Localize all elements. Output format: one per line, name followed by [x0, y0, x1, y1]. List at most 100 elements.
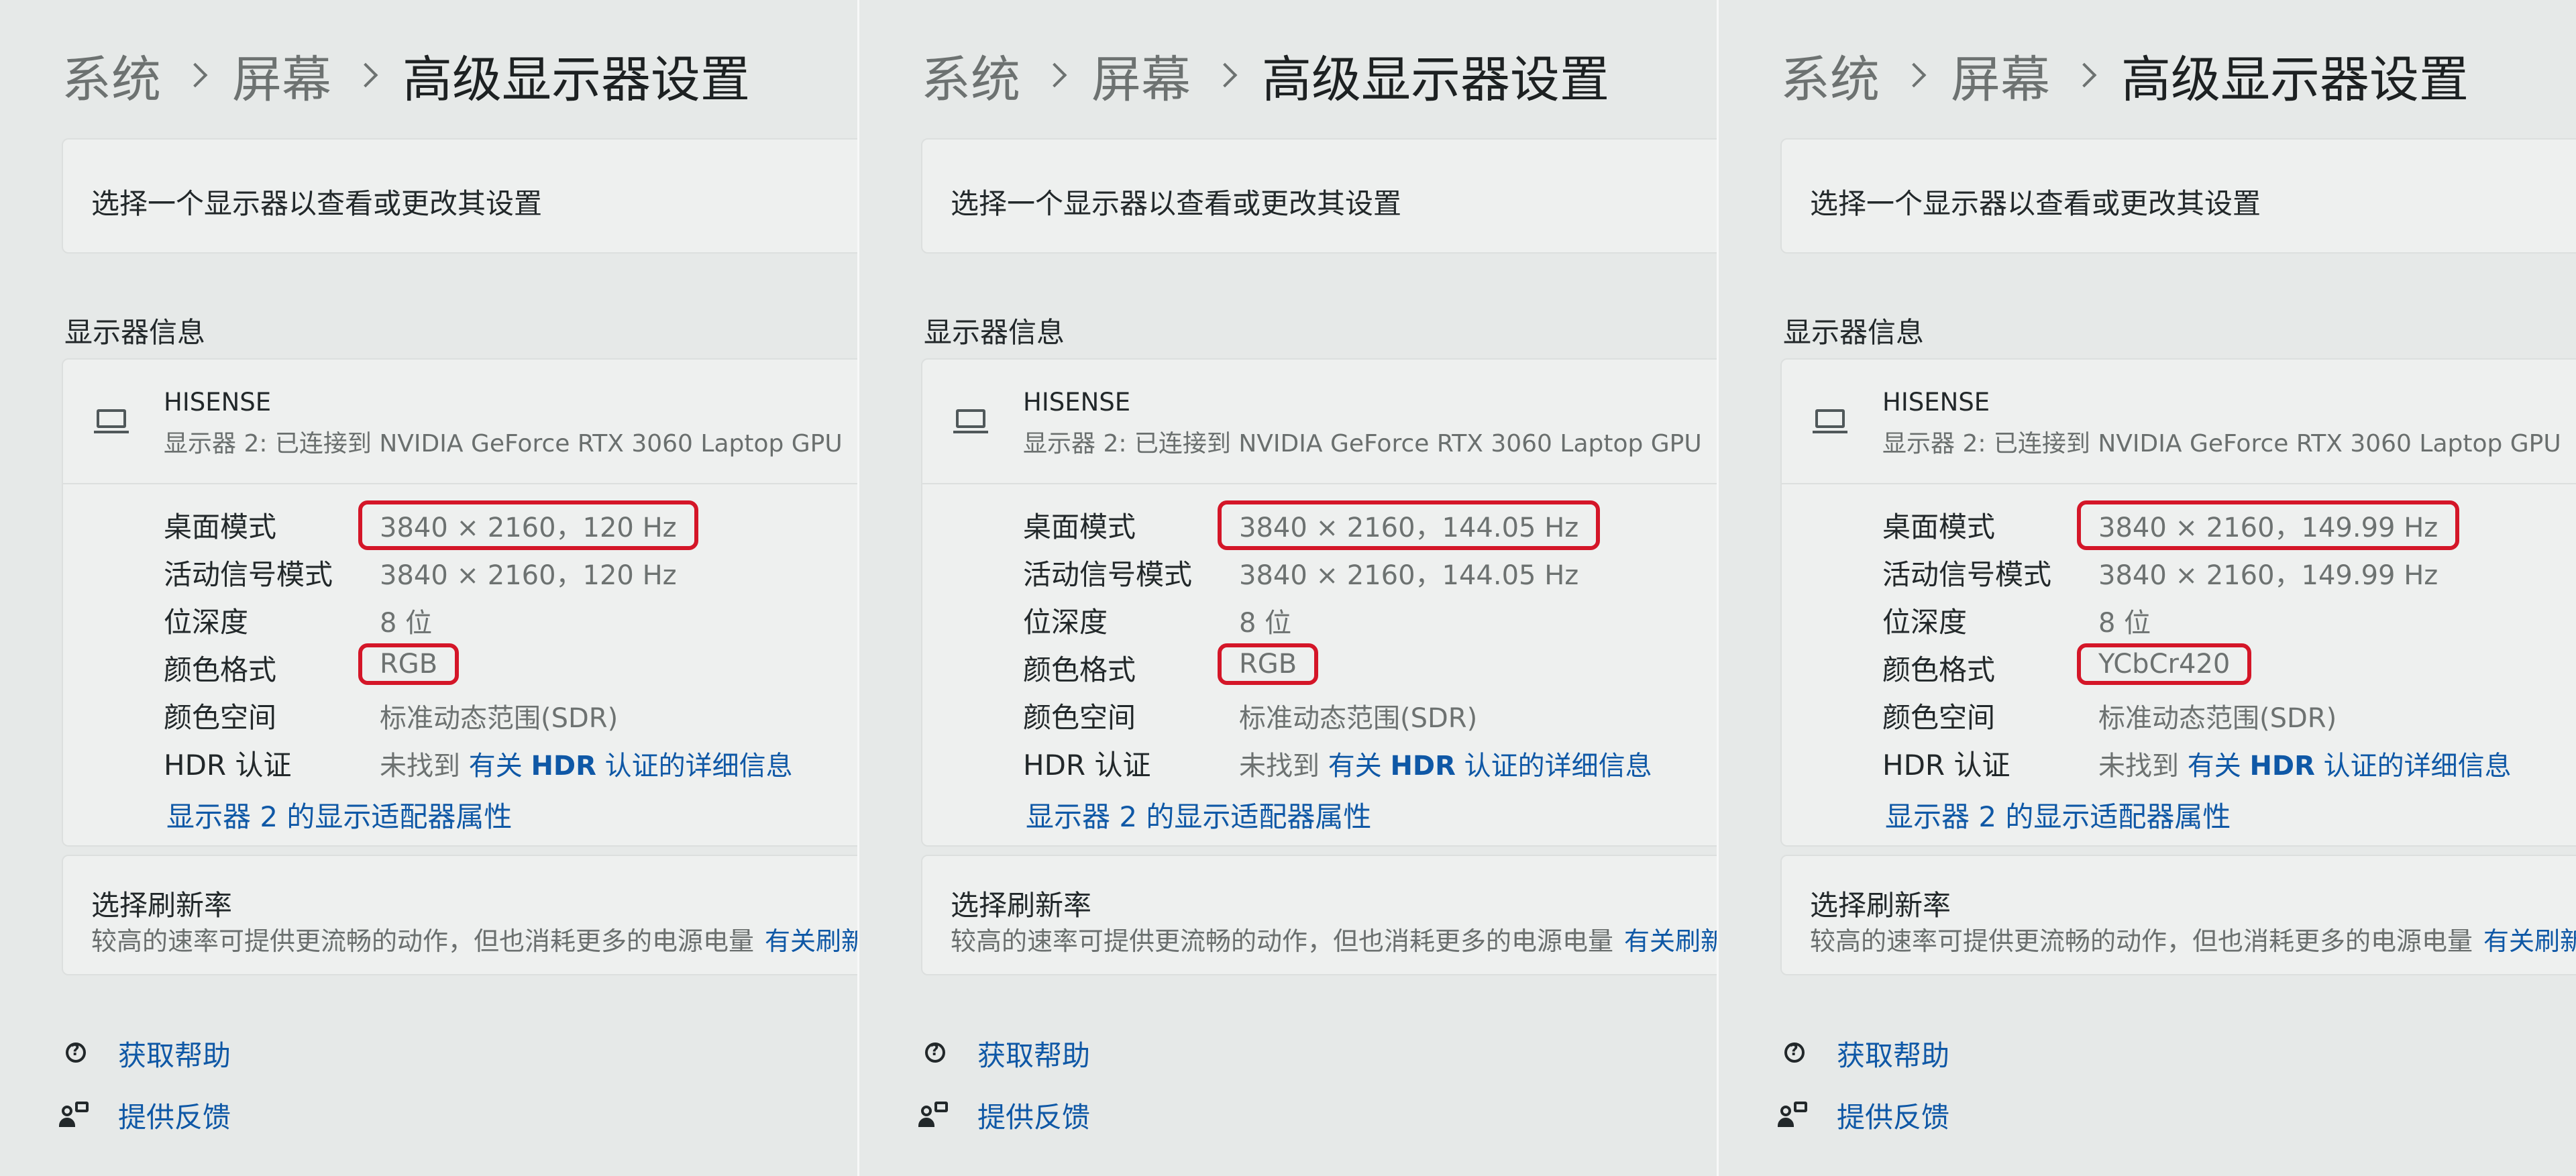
desktop-mode-value: 3840 × 2160，120 Hz — [358, 500, 698, 550]
breadcrumb-system[interactable]: 系统 — [1780, 40, 1880, 111]
bit-depth-value: 8 位 — [1239, 608, 1292, 639]
chevron-right-icon — [1212, 62, 1238, 88]
hdr-details-link[interactable]: 有关 HDR 认证的详细信息 — [1328, 751, 1652, 782]
settings-panel-3: 系统 屏幕 高级显示器设置 选择一个显示器以查看或更改其设置 显示器信息 HIS… — [1719, 0, 2576, 1176]
monitor-icon — [1813, 409, 1847, 433]
color-space-value: 标准动态范围(SDR) — [1239, 703, 1478, 734]
refresh-rate-link[interactable]: 有关刷新率 — [765, 926, 857, 956]
highlight-box: 3840 × 2160，120 Hz — [358, 500, 698, 550]
bit-depth-value: 8 位 — [380, 608, 433, 639]
adapter-properties-link[interactable]: 显示器 2 的显示适配器属性 — [1885, 794, 2231, 835]
monitor-description: 显示器 2: 已连接到 NVIDIA GeForce RTX 3060 Lapt… — [1882, 430, 2561, 458]
color-format-value: YCbCr420 — [2077, 643, 2252, 685]
hdr-cert-value: 未找到 有关 HDR 认证的详细信息 — [2098, 744, 2512, 783]
get-help-link[interactable]: ? 获取帮助 — [1780, 1033, 1949, 1073]
give-feedback-label: 提供反馈 — [1837, 1100, 1950, 1134]
give-feedback-link[interactable]: 提供反馈 — [918, 1095, 1091, 1135]
hdr-cert-value: 未找到 有关 HDR 认证的详细信息 — [1239, 744, 1652, 783]
refresh-rate-link[interactable]: 有关刷新率 — [2483, 926, 2576, 956]
highlight-box: 3840 × 2160，149.99 Hz — [2077, 500, 2460, 550]
adapter-properties-link[interactable]: 显示器 2 的显示适配器属性 — [166, 794, 512, 835]
select-display-card[interactable]: 选择一个显示器以查看或更改其设置 — [62, 138, 857, 254]
monitor-icon — [94, 409, 129, 433]
refresh-rate-title: 选择刷新率 — [951, 889, 1092, 922]
refresh-rate-description: 较高的速率可提供更流畅的动作，但也消耗更多的电源电量有关刷新率 — [951, 920, 1717, 957]
display-info-card: HISENSE 显示器 2: 已连接到 NVIDIA GeForce RTX 3… — [1780, 358, 2576, 847]
get-help-label: 获取帮助 — [977, 1038, 1091, 1072]
breadcrumb-system[interactable]: 系统 — [62, 40, 161, 111]
display-info-card: HISENSE 显示器 2: 已连接到 NVIDIA GeForce RTX 3… — [921, 358, 1717, 847]
breadcrumb-system[interactable]: 系统 — [921, 40, 1020, 111]
breadcrumb: 系统 屏幕 高级显示器设置 — [1780, 42, 2469, 109]
color-space-value: 标准动态范围(SDR) — [380, 703, 619, 734]
give-feedback-link[interactable]: 提供反馈 — [1778, 1095, 1950, 1135]
give-feedback-link[interactable]: 提供反馈 — [59, 1095, 231, 1135]
get-help-label: 获取帮助 — [118, 1038, 231, 1072]
hdr-cert-label: HDR 认证 — [164, 749, 292, 782]
monitor-name: HISENSE — [1882, 388, 1990, 417]
display-info-heading: 显示器信息 — [64, 316, 206, 349]
select-display-label: 选择一个显示器以查看或更改其设置 — [951, 187, 1402, 220]
monitor-icon — [953, 409, 988, 433]
refresh-rate-title: 选择刷新率 — [1810, 889, 1951, 922]
hdr-details-link[interactable]: 有关 HDR 认证的详细信息 — [2188, 751, 2512, 782]
active-signal-mode-label: 活动信号模式 — [1023, 558, 1193, 591]
color-format-value: RGB — [358, 643, 460, 685]
color-space-label: 颜色空间 — [1882, 701, 1996, 734]
monitor-name: HISENSE — [1023, 388, 1131, 417]
monitor-description: 显示器 2: 已连接到 NVIDIA GeForce RTX 3060 Lapt… — [164, 430, 843, 458]
get-help-link[interactable]: ? 获取帮助 — [62, 1033, 231, 1073]
desktop-mode-label: 桌面模式 — [1023, 511, 1136, 543]
monitor-name: HISENSE — [164, 388, 272, 417]
hdr-cert-label: HDR 认证 — [1023, 749, 1151, 782]
hdr-details-link[interactable]: 有关 HDR 认证的详细信息 — [469, 751, 793, 782]
highlight-box: RGB — [1218, 643, 1319, 685]
active-signal-mode-value: 3840 × 2160，149.99 Hz — [2098, 560, 2438, 591]
hdr-not-found: 未找到 — [1239, 751, 1320, 782]
monitor-description: 显示器 2: 已连接到 NVIDIA GeForce RTX 3060 Lapt… — [1023, 430, 1702, 458]
color-space-value: 标准动态范围(SDR) — [2098, 703, 2337, 734]
color-format-value: RGB — [1218, 643, 1319, 685]
highlight-box: RGB — [358, 643, 460, 685]
bit-depth-label: 位深度 — [164, 606, 249, 639]
color-space-label: 颜色空间 — [164, 701, 277, 734]
refresh-rate-description: 较高的速率可提供更流畅的动作，但也消耗更多的电源电量有关刷新率 — [1810, 920, 2576, 957]
page-title: 高级显示器设置 — [402, 50, 750, 109]
select-display-card[interactable]: 选择一个显示器以查看或更改其设置 — [921, 138, 1717, 254]
refresh-rate-link[interactable]: 有关刷新率 — [1624, 926, 1717, 956]
adapter-properties-link[interactable]: 显示器 2 的显示适配器属性 — [1026, 794, 1371, 835]
color-format-label: 颜色格式 — [1023, 653, 1136, 686]
chevron-right-icon — [2072, 62, 2097, 88]
desktop-mode-value: 3840 × 2160，149.99 Hz — [2077, 500, 2460, 550]
color-format-label: 颜色格式 — [1882, 653, 1996, 686]
desktop-mode-label: 桌面模式 — [1882, 511, 1996, 543]
select-display-card[interactable]: 选择一个显示器以查看或更改其设置 — [1780, 138, 2576, 254]
bit-depth-label: 位深度 — [1023, 606, 1108, 639]
breadcrumb-display[interactable]: 屏幕 — [1951, 40, 2050, 111]
breadcrumb-display[interactable]: 屏幕 — [232, 40, 331, 111]
active-signal-mode-value: 3840 × 2160，120 Hz — [380, 560, 677, 591]
breadcrumb-display[interactable]: 屏幕 — [1091, 40, 1191, 111]
divider — [63, 483, 857, 484]
settings-panel-1: 系统 屏幕 高级显示器设置 选择一个显示器以查看或更改其设置 显示器信息 HIS… — [0, 0, 857, 1176]
divider — [922, 483, 1717, 484]
desktop-mode-label: 桌面模式 — [164, 511, 277, 543]
page-title: 高级显示器设置 — [1262, 50, 1609, 109]
hdr-not-found: 未找到 — [2098, 751, 2179, 782]
feedback-icon — [918, 1102, 948, 1128]
refresh-rate-card: 选择刷新率 较高的速率可提供更流畅的动作，但也消耗更多的电源电量有关刷新率 — [1780, 855, 2576, 975]
refresh-rate-description: 较高的速率可提供更流畅的动作，但也消耗更多的电源电量有关刷新率 — [91, 920, 857, 957]
active-signal-mode-value: 3840 × 2160，144.05 Hz — [1239, 560, 1579, 591]
get-help-label: 获取帮助 — [1837, 1038, 1950, 1072]
display-info-card: HISENSE 显示器 2: 已连接到 NVIDIA GeForce RTX 3… — [62, 358, 857, 847]
refresh-rate-title: 选择刷新率 — [91, 889, 233, 922]
chevron-right-icon — [182, 62, 208, 88]
divider — [1782, 483, 2576, 484]
help-icon: ? — [1780, 1040, 1807, 1067]
feedback-icon — [1778, 1102, 1807, 1128]
get-help-link[interactable]: ? 获取帮助 — [921, 1033, 1090, 1073]
give-feedback-label: 提供反馈 — [118, 1100, 231, 1134]
highlight-box: YCbCr420 — [2077, 643, 2252, 685]
color-format-label: 颜色格式 — [164, 653, 277, 686]
give-feedback-label: 提供反馈 — [977, 1100, 1091, 1134]
